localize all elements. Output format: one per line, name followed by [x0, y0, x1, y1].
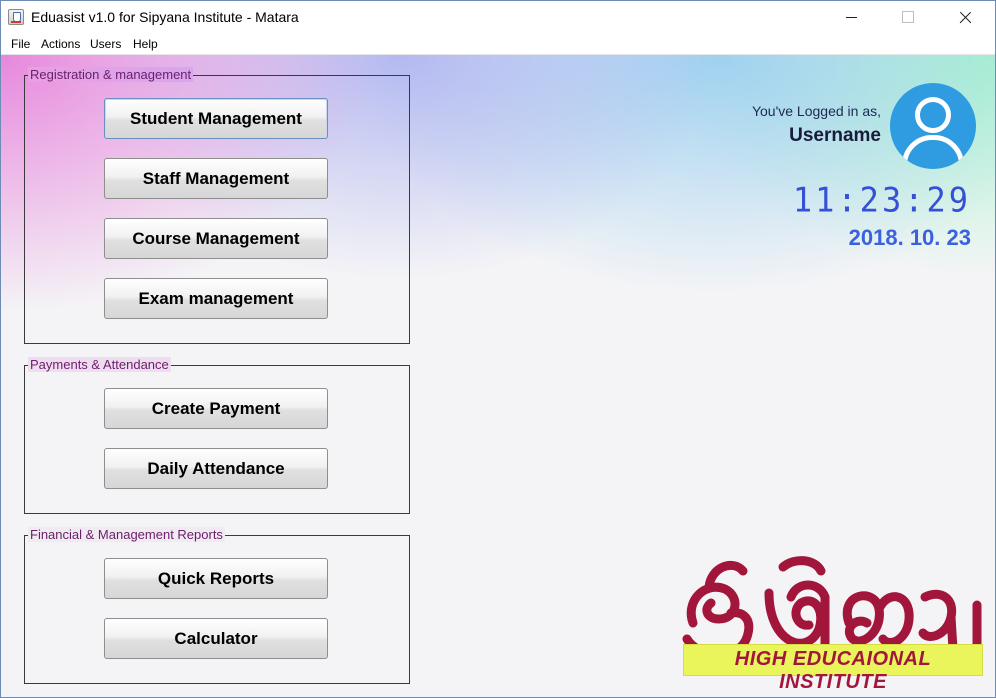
registration-group-title: Registration & management: [28, 67, 194, 82]
logo-glyph-2: [764, 556, 830, 658]
title-bar[interactable]: Eduasist v1.0 for Sipyana Institute - Ma…: [1, 1, 995, 33]
window-title: Eduasist v1.0 for Sipyana Institute - Ma…: [31, 9, 299, 25]
exam-management-button[interactable]: Exam management: [104, 278, 328, 319]
logged-in-label: You've Logged in as,: [751, 103, 881, 119]
logo-tagline: HIGH EDUCAIONAL INSTITUTE: [734, 648, 932, 693]
java-app-icon[interactable]: [8, 9, 24, 25]
minimize-button[interactable]: [829, 1, 875, 33]
avatar-body-shape: [902, 135, 964, 169]
menu-help[interactable]: Help: [133, 37, 158, 51]
maximize-button[interactable]: [884, 1, 930, 33]
logo-glyph-3: [842, 591, 914, 647]
payments-group-title: Payments & Attendance: [28, 357, 171, 372]
menu-bar: File Actions Users Help: [1, 33, 995, 55]
menu-actions[interactable]: Actions: [41, 37, 80, 51]
logo-glyph-1: [682, 561, 754, 659]
reports-group-title: Financial & Management Reports: [28, 527, 225, 542]
reports-group: Financial & Management Reports Quick Rep…: [24, 527, 410, 684]
user-avatar-icon: [890, 83, 976, 169]
menu-users[interactable]: Users: [90, 37, 121, 51]
menu-file[interactable]: File: [11, 37, 30, 51]
daily-attendance-button[interactable]: Daily Attendance: [104, 448, 328, 489]
registration-group: Registration & management Student Manage…: [24, 67, 410, 344]
clock-time: 11:23:29: [792, 180, 971, 220]
course-management-button[interactable]: Course Management: [104, 218, 328, 259]
calculator-button[interactable]: Calculator: [104, 618, 328, 659]
app-window: Eduasist v1.0 for Sipyana Institute - Ma…: [0, 0, 996, 698]
username-label: Username: [789, 125, 881, 146]
payments-group: Payments & Attendance Create Payment Dai…: [24, 357, 410, 514]
create-payment-button[interactable]: Create Payment: [104, 388, 328, 429]
main-panel: Registration & management Student Manage…: [1, 55, 995, 697]
student-management-button[interactable]: Student Management: [104, 98, 328, 139]
avatar-head-shape: [915, 97, 951, 133]
logo-tagline-banner: HIGH EDUCAIONAL INSTITUTE: [683, 644, 983, 693]
clock-date: 2018. 10. 23: [848, 225, 971, 250]
staff-management-button[interactable]: Staff Management: [104, 158, 328, 199]
close-button[interactable]: [942, 1, 988, 33]
quick-reports-button[interactable]: Quick Reports: [104, 558, 328, 599]
